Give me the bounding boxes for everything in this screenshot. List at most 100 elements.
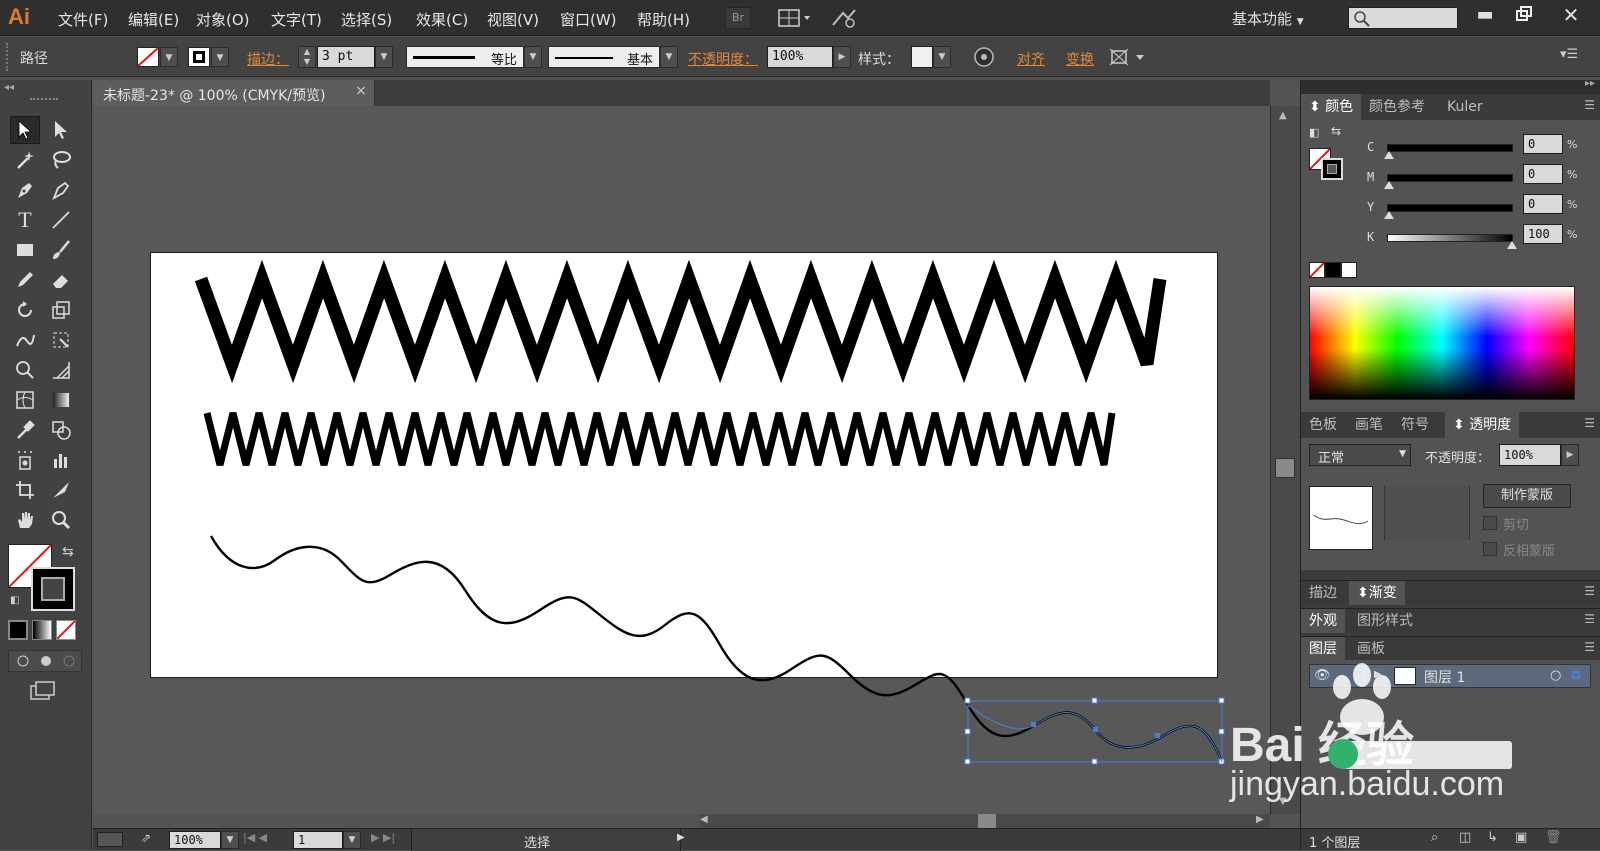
target-icon[interactable]: ○ — [1550, 668, 1561, 683]
swap-colors-icon[interactable]: ⇆ — [1331, 124, 1341, 138]
layers-count: 1 个图层 — [1309, 836, 1361, 851]
channel-c-label: C — [1367, 140, 1375, 154]
tab-color-guide[interactable]: 颜色参考 — [1361, 94, 1433, 120]
tab-symbols[interactable]: 符号 — [1393, 412, 1437, 438]
current-tool-label: 选择 — [524, 836, 551, 851]
channel-k-label: K — [1367, 230, 1375, 244]
zoom-input[interactable]: 100% — [169, 831, 221, 849]
chevron-down-icon: ▼ — [1399, 449, 1406, 459]
collapse-dock-icon[interactable]: ▸▸ — [1585, 78, 1595, 89]
locate-object-icon[interactable]: ⌕ — [1431, 830, 1438, 845]
status-icon[interactable] — [97, 832, 123, 847]
tab-graphic-styles[interactable]: 图形样式 — [1349, 609, 1421, 633]
quick-swatches — [1309, 262, 1357, 278]
layers-panel: 👁 ▶ 图层 1 ○ — [1301, 660, 1600, 828]
none-swatch[interactable] — [1309, 262, 1325, 278]
invert-mask-checkbox[interactable] — [1483, 542, 1497, 556]
export-icon[interactable]: ⇗ — [141, 831, 151, 845]
tab-stroke[interactable]: 描边 — [1301, 581, 1345, 605]
tab-artboards[interactable]: 画板 — [1349, 637, 1393, 661]
tab-gradient-label: 渐变 — [1368, 585, 1397, 601]
panel-stroke-box[interactable] — [1321, 158, 1343, 180]
dock-header: ▸▸ — [1301, 78, 1600, 94]
delete-layer-icon[interactable]: 🗑 — [1545, 830, 1562, 845]
transparency-panel: 正常 ▼ 不透明度： 100% ▶ 制作蒙版 剪切 反相蒙版 — [1301, 438, 1600, 570]
vertical-scroll-thumb[interactable] — [1275, 458, 1295, 478]
layers-footer: 1 个图层 ⌕ ◫ ↳ ▣ 🗑 — [1301, 828, 1600, 851]
tab-color-label: 颜色 — [1325, 99, 1354, 115]
layer-name: 图层 1 — [1424, 670, 1466, 686]
channel-y-slider[interactable] — [1384, 204, 1513, 219]
large-zigzag-path[interactable] — [194, 259, 1167, 384]
stroke-panel-menu-icon[interactable]: ☰ — [1584, 584, 1595, 598]
small-zigzag-path[interactable] — [203, 412, 1116, 466]
color-panel-tabs: ⬍ 颜色 颜色参考 Kuler ☰ — [1301, 94, 1600, 120]
color-panel-menu-icon[interactable]: ☰ — [1584, 98, 1595, 112]
wavy-path[interactable] — [209, 535, 1224, 763]
tab-color[interactable]: ⬍ 颜色 — [1301, 94, 1362, 120]
tab-kuler[interactable]: Kuler — [1439, 94, 1491, 120]
channel-c-input[interactable]: 0 — [1523, 134, 1563, 154]
tab-appearance[interactable]: 外观 — [1301, 609, 1345, 633]
channel-k-slider[interactable] — [1387, 234, 1517, 249]
tab-transparency[interactable]: ⬍ 透明度 — [1445, 412, 1520, 438]
color-spectrum[interactable] — [1309, 286, 1575, 400]
selection-indicator[interactable] — [1572, 671, 1580, 679]
tab-brushes[interactable]: 画笔 — [1347, 412, 1391, 438]
right-panel-dock: ▸▸ ⬍ 颜色 颜色参考 Kuler ☰ ◧ ⇆ C 0 % M 0 % Y 0… — [1300, 78, 1600, 851]
blend-mode-select[interactable]: 正常 ▼ — [1309, 444, 1411, 466]
make-clipping-mask-icon[interactable]: ◫ — [1459, 830, 1471, 845]
channel-y-label: Y — [1367, 200, 1375, 214]
expand-layer-icon[interactable]: ▶ — [1374, 669, 1382, 680]
make-mask-button[interactable]: 制作蒙版 — [1483, 484, 1571, 508]
horizontal-scroll-thumb[interactable] — [978, 814, 996, 828]
layer-thumbnail — [1394, 667, 1416, 685]
channel-y-input[interactable]: 0 — [1523, 194, 1563, 214]
layers-panel-menu-icon[interactable]: ☰ — [1584, 640, 1595, 654]
blend-mode-value: 正常 — [1318, 451, 1345, 466]
appearance-panel-tabs: 外观 图形样式 ☰ — [1301, 608, 1600, 633]
tab-layers[interactable]: 图层 — [1301, 637, 1345, 661]
eye-icon[interactable]: 👁 — [1314, 668, 1331, 683]
status-tool-field[interactable]: 选择 — [411, 829, 681, 851]
clip-checkbox[interactable] — [1483, 516, 1497, 530]
panel-opacity-input[interactable]: 100% — [1499, 444, 1561, 466]
percent-sign: % — [1567, 168, 1578, 181]
percent-sign: % — [1567, 198, 1578, 211]
mask-thumbnail-slot — [1384, 486, 1470, 540]
channel-m-label: M — [1367, 170, 1375, 184]
artboard-number-input[interactable]: 1 — [293, 831, 343, 849]
status-menu-arrow[interactable]: ▶ — [677, 832, 685, 843]
layer-row[interactable]: 👁 ▶ 图层 1 ○ — [1309, 664, 1591, 688]
channel-m-slider[interactable] — [1384, 174, 1513, 189]
channel-c-slider[interactable] — [1384, 144, 1513, 159]
vertical-scrollbar[interactable]: ▲ ▼ — [1270, 106, 1300, 814]
scroll-up-icon[interactable]: ▲ — [1279, 110, 1287, 121]
tab-swatches[interactable]: 色板 — [1301, 412, 1345, 438]
artboard-nav-first-prev[interactable]: |◀ ◀ — [243, 831, 267, 844]
scroll-left-icon[interactable]: ◀ — [700, 814, 708, 825]
tab-gradient[interactable]: ⬍渐变 — [1349, 581, 1405, 605]
tab-transparency-label: 透明度 — [1469, 417, 1512, 433]
default-colors-icon[interactable]: ◧ — [1309, 126, 1323, 140]
scroll-down-icon[interactable]: ▼ — [1279, 796, 1287, 807]
new-layer-icon[interactable]: ▣ — [1515, 830, 1527, 845]
channel-k-input[interactable]: 100 — [1523, 224, 1563, 244]
zoom-dropdown[interactable]: ▼ — [221, 831, 239, 849]
horizontal-scrollbar[interactable]: ◀ ▶ — [700, 814, 1270, 828]
white-swatch[interactable] — [1341, 262, 1357, 278]
layer-color-bar — [1362, 665, 1365, 687]
scroll-right-icon[interactable]: ▶ — [1256, 814, 1264, 825]
artboard-nav-next-last[interactable]: ▶ ▶| — [371, 831, 395, 844]
appearance-panel-menu-icon[interactable]: ☰ — [1584, 612, 1595, 626]
panel-opacity-arrow[interactable]: ▶ — [1561, 444, 1579, 466]
new-sublayer-icon[interactable]: ↳ — [1487, 830, 1498, 845]
channel-m-input[interactable]: 0 — [1523, 164, 1563, 184]
stroke-panel-tabs: 描边 ⬍渐变 ☰ — [1301, 580, 1600, 605]
object-thumbnail[interactable] — [1309, 486, 1373, 550]
anchor-points[interactable] — [1031, 722, 1160, 738]
transparency-panel-menu-icon[interactable]: ☰ — [1584, 416, 1595, 430]
artboard-dropdown[interactable]: ▼ — [343, 831, 361, 849]
black-swatch[interactable] — [1325, 262, 1341, 278]
opacity-label: 不透明度： — [1425, 451, 1491, 466]
